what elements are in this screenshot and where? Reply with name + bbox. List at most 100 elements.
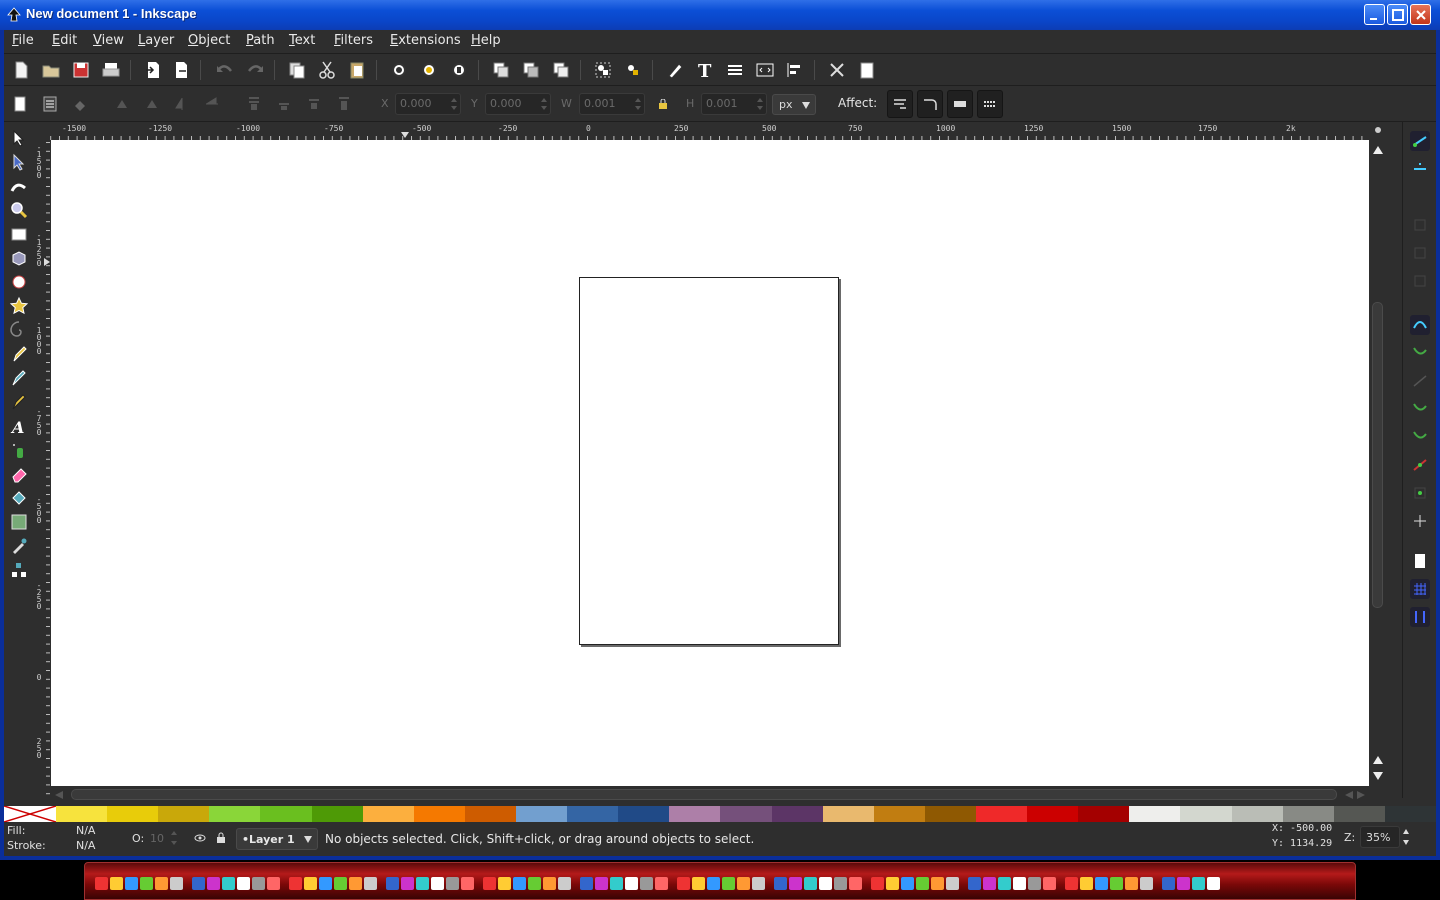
gradient-tool-icon[interactable] [9, 512, 29, 532]
snap-smooth-icon[interactable] [1409, 426, 1431, 448]
taskbar-launcher-icon[interactable] [752, 877, 765, 890]
taskbar-launcher-icon[interactable] [1140, 877, 1153, 890]
vertical-scroll-thumb[interactable] [1372, 302, 1383, 608]
taskbar-launcher-icon[interactable] [804, 877, 817, 890]
taskbar-launcher-icon[interactable] [483, 877, 496, 890]
zoom-drawing-icon[interactable] [418, 59, 440, 81]
save-icon[interactable] [70, 59, 92, 81]
taskbar-launcher-icon[interactable] [625, 877, 638, 890]
taskbar-launcher-icon[interactable] [722, 877, 735, 890]
spiral-tool-icon[interactable] [9, 320, 29, 340]
taskbar-launcher-icon[interactable] [931, 877, 944, 890]
palette-swatch[interactable] [260, 806, 312, 822]
taskbar-launcher-icon[interactable] [983, 877, 996, 890]
palette-swatch[interactable] [669, 806, 721, 822]
zoom-selection-icon[interactable] [388, 59, 410, 81]
palette-swatch[interactable] [873, 806, 925, 822]
taskbar-launcher-icon[interactable] [1177, 877, 1190, 890]
zoom-page-icon[interactable] [448, 59, 470, 81]
rectangle-tool-icon[interactable] [9, 224, 29, 244]
palette-swatch[interactable] [618, 806, 670, 822]
tweak-tool-icon[interactable] [9, 176, 29, 196]
vertical-scrollbar[interactable] [1369, 122, 1387, 798]
scale-stroke-toggle[interactable] [887, 90, 913, 118]
taskbar-launcher-icon[interactable] [155, 877, 168, 890]
move-patterns-toggle[interactable] [977, 90, 1003, 118]
lower-to-bottom-icon[interactable] [334, 94, 354, 114]
scroll-up-icon[interactable] [1373, 146, 1383, 154]
y-field[interactable]: 0.000 [485, 93, 551, 115]
stroke-value[interactable]: N/A [76, 839, 95, 852]
snap-bbox-icon[interactable] [1409, 158, 1431, 180]
snap-cusp-icon[interactable] [1409, 398, 1431, 420]
scroll-up-icon[interactable] [1373, 756, 1383, 764]
taskbar-launcher-icon[interactable] [304, 877, 317, 890]
taskbar-launcher-icon[interactable] [819, 877, 832, 890]
palette-swatch[interactable] [311, 806, 363, 822]
title-bar[interactable]: New document 1 - Inkscape [0, 0, 1440, 30]
minimize-button[interactable] [1364, 4, 1385, 25]
palette-swatch[interactable] [56, 806, 108, 822]
taskbar-launcher-icon[interactable] [222, 877, 235, 890]
taskbar-launcher-icon[interactable] [1125, 877, 1138, 890]
deselect-icon[interactable] [70, 94, 90, 114]
document-page[interactable] [579, 277, 839, 645]
taskbar-launcher-icon[interactable] [446, 877, 459, 890]
snap-guide-icon[interactable] [1409, 606, 1431, 628]
copy-icon[interactable] [286, 59, 308, 81]
palette-swatch[interactable] [515, 806, 568, 822]
star-tool-icon[interactable] [9, 296, 29, 316]
palette-swatch[interactable] [1180, 806, 1232, 822]
taskbar-launcher-icon[interactable] [1028, 877, 1041, 890]
menu-filters[interactable]: Filters [334, 33, 373, 48]
palette-swatch[interactable] [1078, 806, 1130, 822]
close-button[interactable] [1410, 4, 1431, 25]
taskbar-launcher-icon[interactable] [401, 877, 414, 890]
palette-swatch[interactable] [1231, 806, 1283, 822]
align-distribute-icon[interactable] [784, 59, 806, 81]
scroll-down-icon[interactable] [1373, 772, 1383, 780]
taskbar-launcher-icon[interactable] [580, 877, 593, 890]
snap-bbox-corner-icon[interactable] [1409, 242, 1431, 264]
eraser-tool-icon[interactable] [9, 464, 29, 484]
move-gradients-toggle[interactable] [947, 90, 973, 118]
node-tool-icon[interactable] [9, 152, 29, 172]
palette-swatch[interactable] [464, 806, 516, 822]
ellipse-tool-icon[interactable] [9, 272, 29, 292]
taskbar-launcher-icon[interactable] [140, 877, 153, 890]
pencil-tool-icon[interactable] [9, 344, 29, 364]
print-icon[interactable] [100, 59, 122, 81]
taskbar-launcher-icon[interactable] [692, 877, 705, 890]
taskbar-launcher-icon[interactable] [364, 877, 377, 890]
taskbar-launcher-icon[interactable] [1110, 877, 1123, 890]
snap-grid-icon[interactable] [1409, 578, 1431, 600]
palette-swatch[interactable] [1282, 806, 1334, 822]
taskbar-launcher-icon[interactable] [834, 877, 847, 890]
taskbar-launcher-icon[interactable] [946, 877, 959, 890]
taskbar-launcher-icon[interactable] [886, 877, 899, 890]
no-paint-swatch[interactable] [4, 806, 56, 822]
scale-corners-toggle[interactable] [917, 90, 943, 118]
scroll-left-icon[interactable] [55, 791, 63, 799]
horizontal-ruler[interactable]: -1500 -1250 -1000 -750 -500 -250 0 250 5… [50, 122, 1368, 140]
snap-bbox-edge-icon[interactable] [1409, 214, 1431, 236]
snap-nodes-icon[interactable] [1409, 314, 1431, 336]
palette-swatch[interactable] [362, 806, 414, 822]
snap-enable-icon[interactable] [1409, 130, 1431, 152]
taskbar-launcher-icon[interactable] [95, 877, 108, 890]
taskbar-launcher-icon[interactable] [1043, 877, 1056, 890]
taskbar-launcher-icon[interactable] [968, 877, 981, 890]
h-field[interactable]: 0.001 [701, 93, 767, 115]
paint-bucket-tool-icon[interactable] [9, 488, 29, 508]
taskbar-launcher-icon[interactable] [558, 877, 571, 890]
taskbar-launcher-icon[interactable] [110, 877, 123, 890]
menu-help[interactable]: Help [471, 33, 501, 48]
palette-swatch[interactable] [1027, 806, 1079, 822]
w-field[interactable]: 0.001 [579, 93, 645, 115]
unlink-clone-icon[interactable] [550, 59, 572, 81]
vertical-ruler[interactable]: -1500 -1250 -1000 -750 -500 -250 0 250 [34, 138, 50, 798]
x-field[interactable]: 0.000 [395, 93, 461, 115]
new-icon[interactable] [10, 59, 32, 81]
flip-horizontal-icon[interactable] [172, 94, 192, 114]
taskbar-launcher-icon[interactable] [595, 877, 608, 890]
